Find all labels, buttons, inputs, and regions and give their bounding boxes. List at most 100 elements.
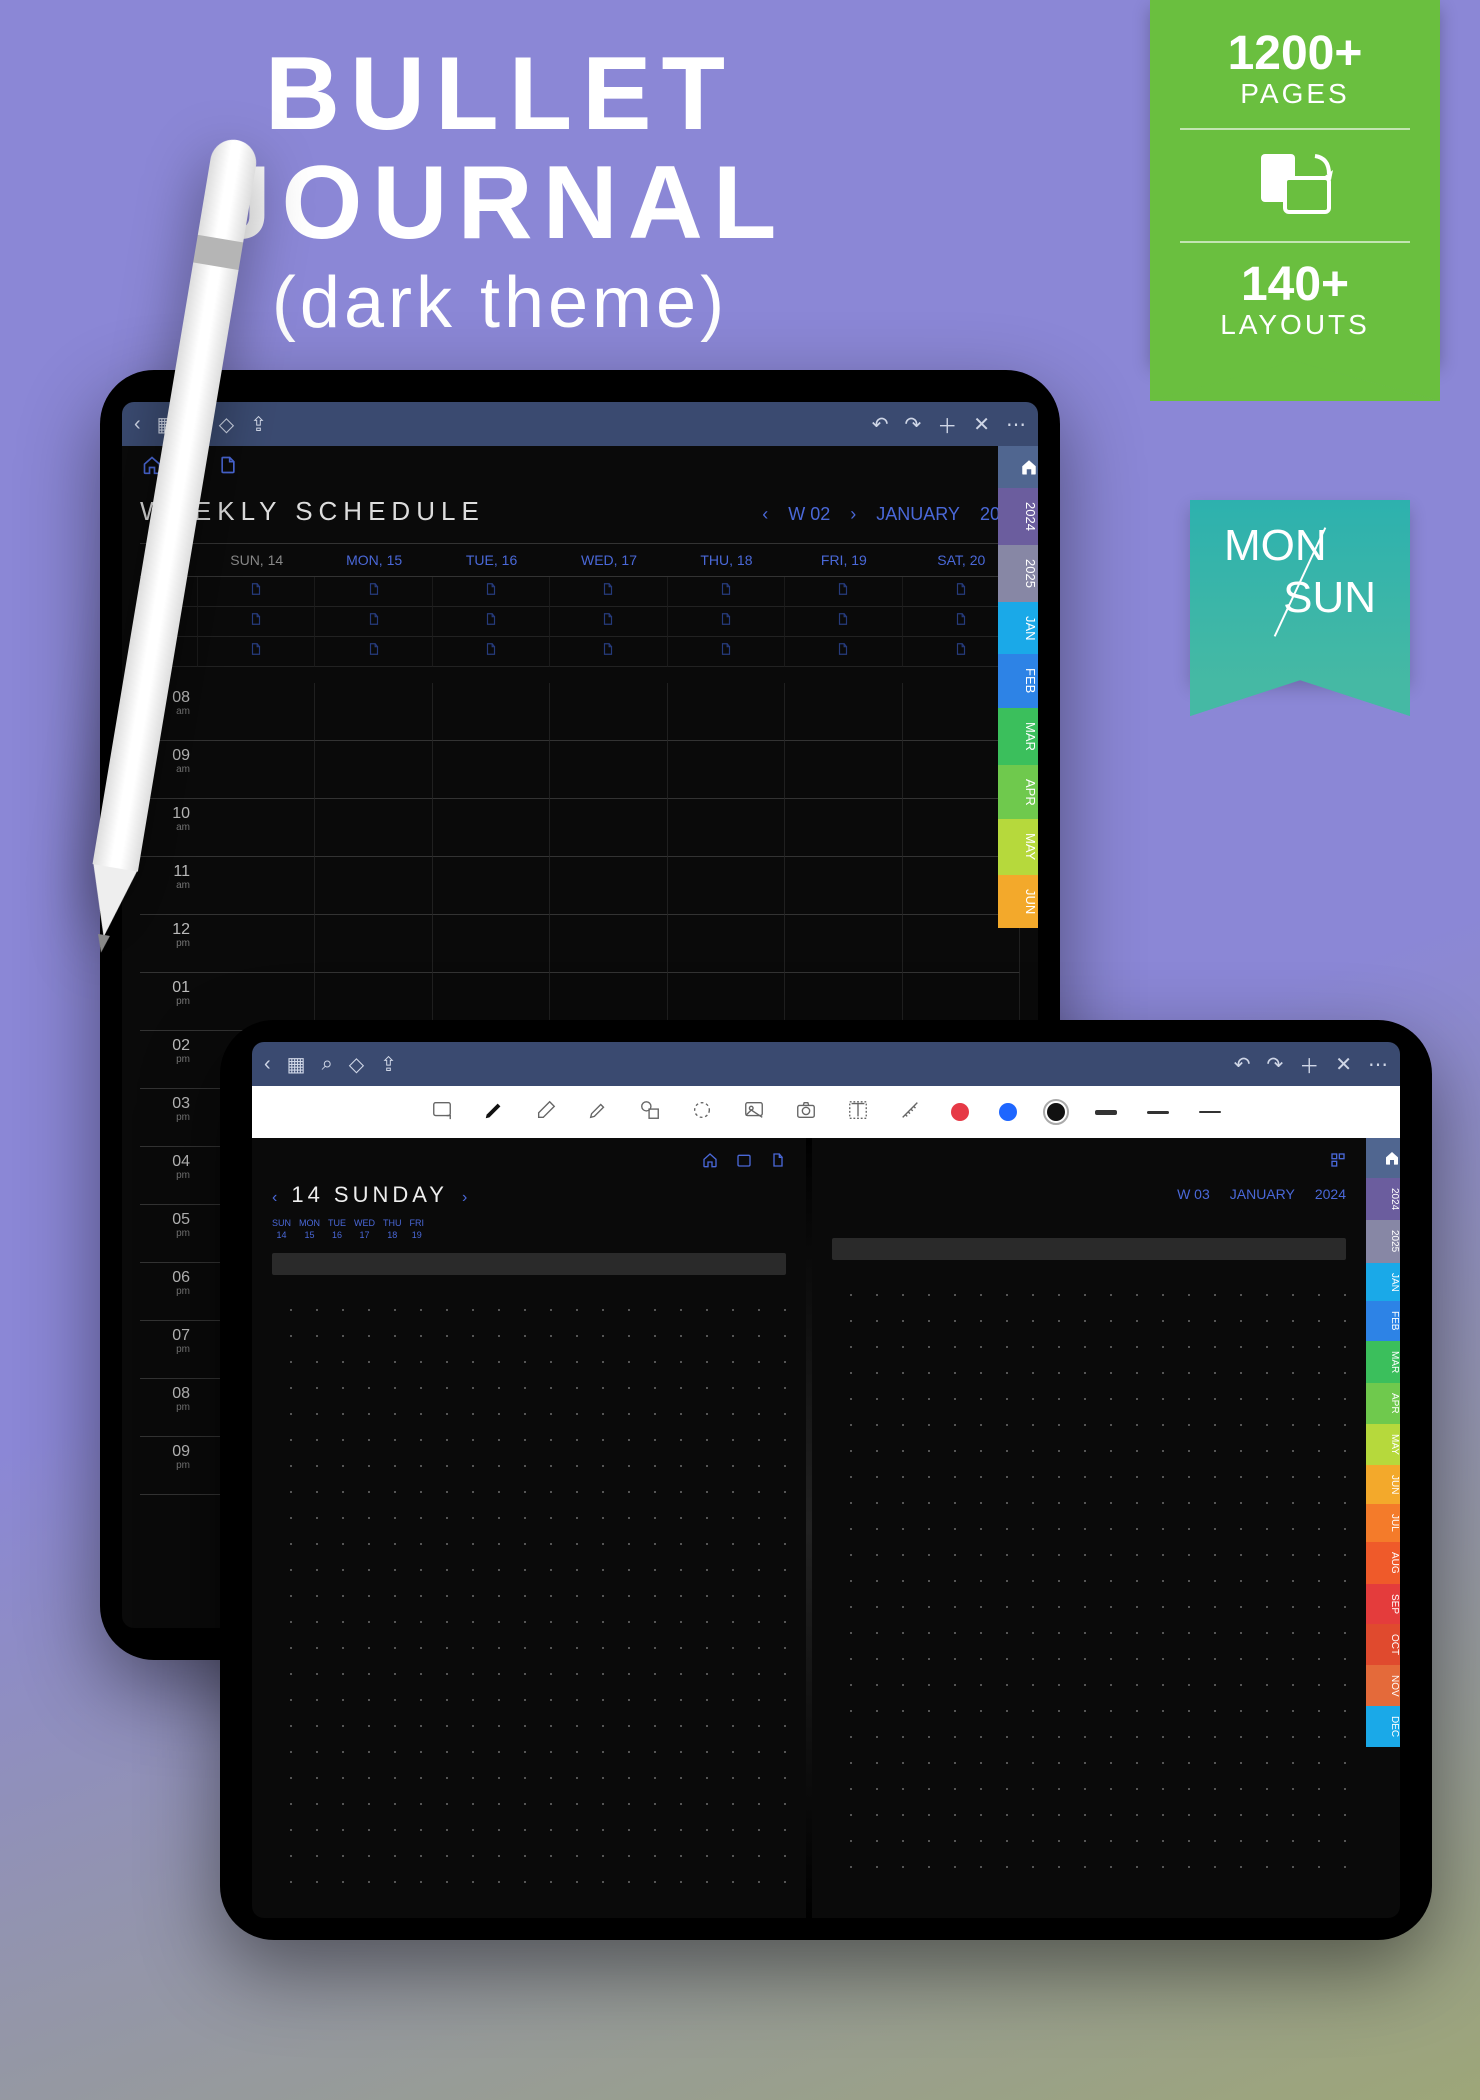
schedule-cell[interactable] xyxy=(433,857,550,915)
shapes-icon[interactable] xyxy=(639,1099,661,1126)
schedule-cell[interactable] xyxy=(668,683,785,741)
side-tab[interactable]: MAY xyxy=(998,819,1038,874)
side-tab[interactable]: 2025 xyxy=(1366,1220,1400,1262)
day-next-icon[interactable]: › xyxy=(462,1189,467,1207)
side-tab[interactable]: OCT xyxy=(1366,1624,1400,1665)
side-tab[interactable]: JUN xyxy=(998,875,1038,928)
side-tab[interactable]: FEB xyxy=(998,654,1038,707)
schedule-cell[interactable] xyxy=(668,915,785,973)
ruler-icon[interactable] xyxy=(899,1099,921,1126)
close-icon[interactable]: ✕ xyxy=(973,412,990,437)
tab-home-icon[interactable] xyxy=(1366,1138,1400,1178)
schedule-cell[interactable] xyxy=(785,857,902,915)
day-header[interactable]: THU, 18 xyxy=(668,544,785,577)
redo-icon[interactable]: ↷ xyxy=(904,412,921,437)
note-link-icon[interactable] xyxy=(315,637,432,667)
mini-day[interactable]: THU18 xyxy=(383,1218,402,1241)
back-icon[interactable]: ‹ xyxy=(264,1053,271,1076)
note-link-icon[interactable] xyxy=(315,607,432,637)
note-link-icon[interactable] xyxy=(550,637,667,667)
side-tab[interactable]: FEB xyxy=(1366,1301,1400,1340)
note-link-icon[interactable] xyxy=(550,577,667,607)
schedule-cell[interactable] xyxy=(433,683,550,741)
pen-icon[interactable] xyxy=(483,1099,505,1126)
color-black[interactable] xyxy=(1047,1103,1065,1121)
note-link-icon[interactable] xyxy=(668,607,785,637)
widgets-icon[interactable] xyxy=(1330,1152,1346,1173)
schedule-cell[interactable] xyxy=(198,857,315,915)
side-tab[interactable]: NOV xyxy=(1366,1665,1400,1707)
schedule-cell[interactable] xyxy=(785,741,902,799)
schedule-cell[interactable] xyxy=(668,741,785,799)
note-link-icon[interactable] xyxy=(433,637,550,667)
week-next-icon[interactable]: › xyxy=(850,504,856,525)
back-icon[interactable]: ‹ xyxy=(134,413,141,436)
close-icon[interactable]: ✕ xyxy=(1335,1052,1352,1077)
mini-day[interactable]: SUN14 xyxy=(272,1218,291,1241)
bookmark-icon[interactable]: ◇ xyxy=(219,412,234,437)
home-icon[interactable] xyxy=(702,1152,718,1173)
day-header[interactable]: SUN, 14 xyxy=(198,544,315,577)
mini-day[interactable]: TUE16 xyxy=(328,1218,346,1241)
schedule-cell[interactable] xyxy=(315,915,432,973)
side-tab[interactable]: JUL xyxy=(1366,1504,1400,1542)
week-prev-icon[interactable]: ‹ xyxy=(762,504,768,525)
stroke-thick[interactable] xyxy=(1095,1110,1117,1115)
side-tab[interactable]: 2024 xyxy=(998,488,1038,545)
side-tab[interactable]: MAR xyxy=(998,708,1038,765)
schedule-cell[interactable] xyxy=(315,857,432,915)
image-icon[interactable] xyxy=(743,1099,765,1126)
note-icon[interactable] xyxy=(218,455,238,480)
schedule-cell[interactable] xyxy=(785,915,902,973)
insert-icon[interactable] xyxy=(431,1099,453,1126)
camera-icon[interactable] xyxy=(795,1099,817,1126)
note-link-icon[interactable] xyxy=(315,577,432,607)
side-tab[interactable]: MAY xyxy=(1366,1424,1400,1465)
note-link-icon[interactable] xyxy=(785,577,902,607)
note-link-icon[interactable] xyxy=(668,637,785,667)
stroke-medium[interactable] xyxy=(1147,1111,1169,1114)
side-tab[interactable]: MAR xyxy=(1366,1341,1400,1383)
more-icon[interactable]: ⋯ xyxy=(1368,1052,1388,1077)
right-year[interactable]: 2024 xyxy=(1315,1186,1346,1202)
schedule-cell[interactable] xyxy=(785,799,902,857)
day-header[interactable]: TUE, 16 xyxy=(433,544,550,577)
right-month[interactable]: JANUARY xyxy=(1230,1186,1295,1202)
month-label[interactable]: JANUARY xyxy=(876,504,960,525)
mini-day[interactable]: WED17 xyxy=(354,1218,375,1241)
schedule-cell[interactable] xyxy=(668,857,785,915)
schedule-cell[interactable] xyxy=(433,799,550,857)
color-blue[interactable] xyxy=(999,1103,1017,1121)
schedule-cell[interactable] xyxy=(315,683,432,741)
more-icon[interactable]: ⋯ xyxy=(1006,412,1026,437)
mini-day[interactable]: FRI19 xyxy=(410,1218,425,1241)
schedule-cell[interactable] xyxy=(433,741,550,799)
day-header[interactable]: MON, 15 xyxy=(315,544,432,577)
side-tab[interactable]: 2024 xyxy=(1366,1178,1400,1220)
mini-day[interactable]: MON15 xyxy=(299,1218,320,1241)
dot-grid-right[interactable] xyxy=(832,1276,1346,1876)
share-icon[interactable]: ⇪ xyxy=(250,412,267,437)
undo-icon[interactable]: ↶ xyxy=(1234,1052,1251,1077)
note-link-icon[interactable] xyxy=(785,637,902,667)
note-link-icon[interactable] xyxy=(433,577,550,607)
week-label[interactable]: W 02 xyxy=(788,504,830,525)
schedule-cell[interactable] xyxy=(315,799,432,857)
note-link-icon[interactable] xyxy=(433,607,550,637)
side-tab[interactable]: AUG xyxy=(1366,1542,1400,1584)
tab-home-icon[interactable] xyxy=(998,446,1038,488)
day-prev-icon[interactable]: ‹ xyxy=(272,1189,277,1207)
schedule-cell[interactable] xyxy=(315,741,432,799)
side-tab[interactable]: APR xyxy=(998,765,1038,820)
schedule-cell[interactable] xyxy=(550,799,667,857)
stroke-thin[interactable] xyxy=(1199,1111,1221,1113)
redo-icon[interactable]: ↷ xyxy=(1266,1052,1283,1077)
eraser-icon[interactable] xyxy=(535,1099,557,1126)
side-tab[interactable]: 2025 xyxy=(998,545,1038,602)
schedule-cell[interactable] xyxy=(198,683,315,741)
schedule-cell[interactable] xyxy=(550,915,667,973)
schedule-cell[interactable] xyxy=(550,683,667,741)
schedule-cell[interactable] xyxy=(198,799,315,857)
note-link-icon[interactable] xyxy=(785,607,902,637)
schedule-cell[interactable] xyxy=(550,741,667,799)
